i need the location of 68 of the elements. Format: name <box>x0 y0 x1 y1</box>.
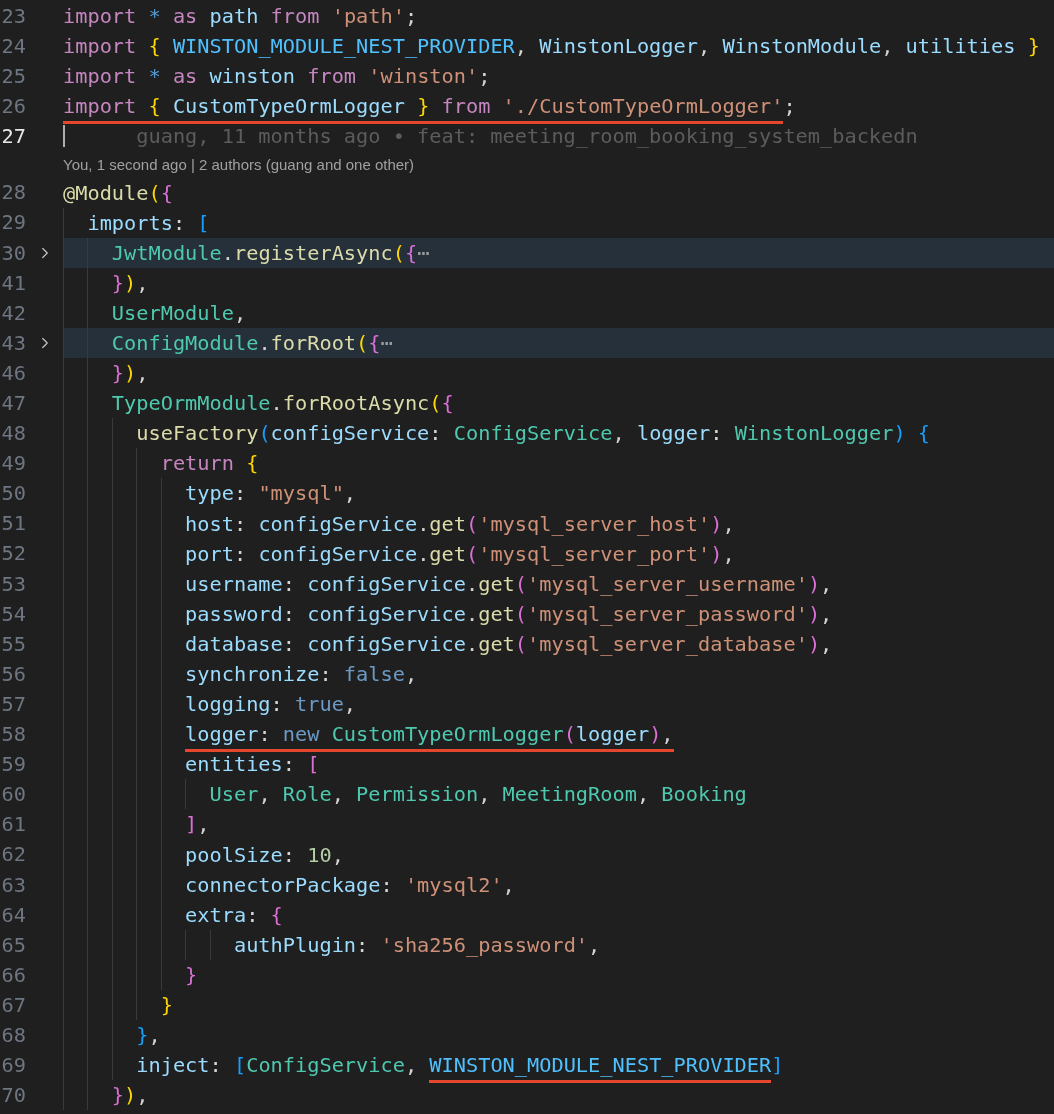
code-line: authPlugin: 'sha256_password', <box>232 931 601 959</box>
code-line: poolSize: 10, <box>184 841 344 869</box>
code-line: port: configService.get('mysql_server_port'), <box>184 540 735 568</box>
code-line: host: configService.get('mysql_server_host'), <box>184 510 735 538</box>
code-line: database: configService.get('mysql_server_database'), <box>184 630 833 658</box>
line-number: 67 <box>1 992 26 1017</box>
line-number: 69 <box>1 1053 26 1078</box>
code-line: synchronize: false, <box>184 661 418 688</box>
code-line: imports: [ <box>86 209 210 237</box>
line-number: 57 <box>1 691 26 716</box>
line-number: 64 <box>1 902 26 927</box>
line-number: 48 <box>1 421 26 446</box>
code-line: type: "mysql", <box>184 480 357 508</box>
line-number: 66 <box>1 962 26 987</box>
code-line: ConfigModule.forRoot({⋯ <box>110 330 393 357</box>
code-line: TypeOrmModule.forRootAsync({ <box>110 390 454 418</box>
line-number: 68 <box>1 1023 26 1047</box>
line-number: 63 <box>1 872 26 897</box>
line-number: 23 <box>1 3 26 28</box>
line-number: 25 <box>1 64 26 89</box>
line-number: 26 <box>1 94 26 119</box>
line-number: 70 <box>1 1083 26 1108</box>
line-number: 61 <box>1 812 26 837</box>
code-line: connectorPackage: 'mysql2', <box>184 871 515 899</box>
text-cursor <box>63 125 65 148</box>
line-number: 54 <box>1 601 26 626</box>
code-line: import * as path from 'path'; <box>63 3 418 31</box>
code-line: }), <box>110 360 149 388</box>
code-line: } <box>159 992 173 1020</box>
code-line: extra: { <box>184 901 283 929</box>
line-number: 65 <box>1 932 26 957</box>
line-number: 56 <box>1 661 26 686</box>
line-number: 51 <box>1 511 26 536</box>
code-line: ], <box>184 811 210 839</box>
code-line: }), <box>110 1082 149 1110</box>
line-number: 58 <box>1 722 26 747</box>
line-number: 55 <box>1 631 26 656</box>
line-number: 62 <box>1 842 26 867</box>
line-number: 46 <box>1 360 26 385</box>
line-number: 52 <box>1 541 26 566</box>
line-number: 47 <box>1 391 26 415</box>
line-number: 59 <box>1 752 26 777</box>
code-line: UserModule, <box>110 299 247 327</box>
code-line: password: configService.get('mysql_server_password'), <box>184 600 833 628</box>
line-number: 28 <box>1 180 26 205</box>
line-number: 43 <box>1 330 26 355</box>
code-line: entities: [ <box>184 751 320 779</box>
line-number: 49 <box>1 451 26 476</box>
code-line: } <box>184 961 198 989</box>
line-number: 50 <box>1 481 26 506</box>
line-number: 41 <box>1 270 26 295</box>
code-line: @Module({ <box>63 179 173 207</box>
line-number: 60 <box>1 782 26 807</box>
blame-annotation: guang, 11 months ago • feat: meeting_room_booking_system_backedn <box>136 126 918 147</box>
code-line: User, Role, Permission, MeetingRoom, Booking <box>208 781 747 809</box>
codelens-link[interactable]: You, 1 second ago | 2 authors (guang and one other) <box>63 156 415 172</box>
code-line: useFactory(configService: ConfigService, logger: WinstonLogger) { <box>135 420 930 448</box>
line-number: 53 <box>1 571 26 596</box>
line-number: 30 <box>1 240 26 265</box>
code-line: JwtModule.registerAsync({⋯ <box>110 239 430 267</box>
code-line: import { WINSTON_MODULE_NEST_PROVIDER, WinstonLogger, WinstonModule, utilities } <box>63 33 1040 61</box>
line-number: 27 <box>1 124 26 149</box>
code-line: return { <box>159 450 259 478</box>
line-number: 29 <box>1 210 26 235</box>
code-line: username: configService.get('mysql_server_username'), <box>184 570 833 598</box>
line-number: 42 <box>1 300 26 325</box>
code-line: }), <box>110 269 149 297</box>
line-number: 24 <box>1 34 26 58</box>
